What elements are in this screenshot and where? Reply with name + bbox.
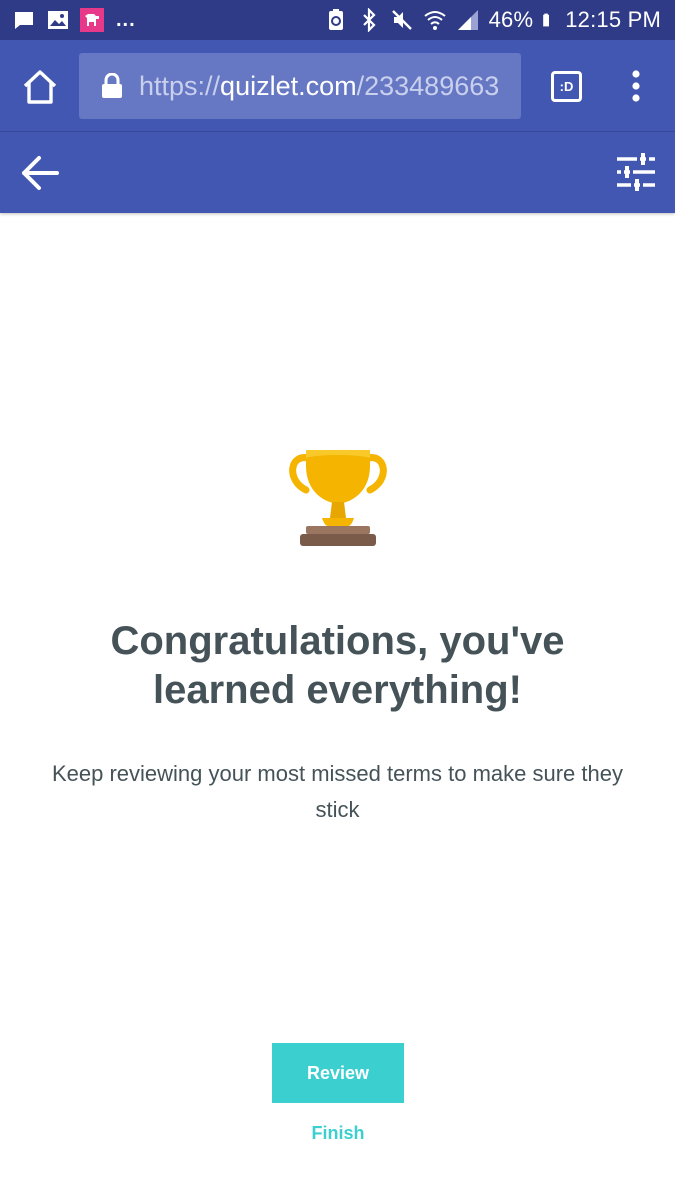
message-icon <box>15 12 33 29</box>
app-header <box>0 132 675 213</box>
status-right: 46% 12:15 PM <box>324 7 661 33</box>
subtitle-line-2: stick <box>315 797 360 822</box>
page-title: Congratulations, you've learned everythi… <box>40 617 635 715</box>
bluetooth-icon <box>362 8 376 32</box>
wifi-icon <box>423 11 446 30</box>
mute-icon <box>391 10 412 30</box>
signal-icon <box>457 10 478 30</box>
review-button[interactable]: Review <box>272 1043 404 1103</box>
page-subtitle: Keep reviewing your most missed terms to… <box>30 756 645 828</box>
overflow-indicator: ... <box>116 8 136 31</box>
home-icon[interactable] <box>19 66 61 108</box>
tune-icon[interactable] <box>615 151 657 193</box>
battery-percent: 46% <box>488 7 534 32</box>
url-text: https://quizlet.com/233489663 <box>139 71 499 102</box>
title-line-2: learned everything! <box>152 668 522 712</box>
lock-icon <box>102 73 122 98</box>
url-scheme: https:// <box>139 70 221 101</box>
arrow-back-icon[interactable] <box>19 152 61 194</box>
battery-saver-icon <box>328 9 343 30</box>
url-host: quizlet.com <box>220 70 357 101</box>
subtitle-line-1: Keep reviewing your most missed terms to… <box>51 761 623 786</box>
trophy-icon <box>289 450 387 546</box>
status-bar: ... 46% 12:15 PM <box>0 0 675 40</box>
finish-link[interactable]: Finish <box>272 1118 404 1148</box>
url-path: /233489663 <box>356 70 500 101</box>
app-notification-icon <box>80 8 104 32</box>
battery-icon <box>543 13 550 27</box>
title-line-1: Congratulations, you've <box>110 619 565 663</box>
clock: 12:15 PM <box>565 7 661 32</box>
address-bar[interactable]: https://quizlet.com/233489663 <box>79 53 521 119</box>
browser-toolbar: https://quizlet.com/233489663 :D <box>0 40 675 132</box>
tabs-button[interactable]: :D <box>551 71 582 102</box>
more-vert-icon[interactable] <box>624 66 648 106</box>
status-left: ... <box>12 8 136 32</box>
image-icon <box>48 11 68 29</box>
